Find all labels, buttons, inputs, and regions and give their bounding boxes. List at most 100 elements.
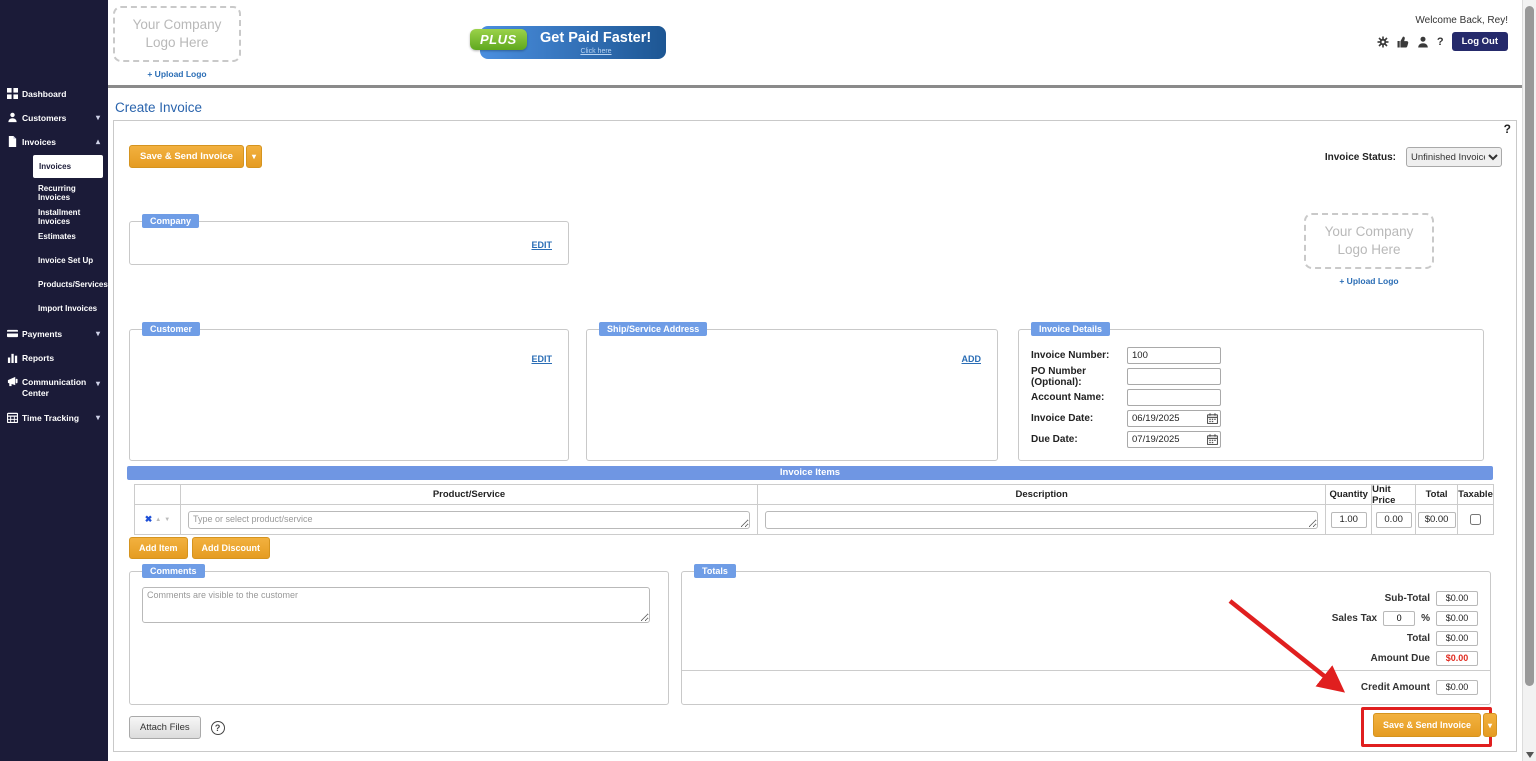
description-input[interactable]	[765, 511, 1318, 529]
taxable-checkbox[interactable]	[1470, 514, 1481, 525]
sidebar-item-time-tracking[interactable]: Time Tracking ▾	[0, 411, 108, 427]
header-icons: ? Log Out	[1377, 32, 1508, 51]
save-send-dropdown-caret[interactable]: ▾	[246, 145, 262, 168]
save-send-dropdown-caret[interactable]: ▾	[1483, 713, 1497, 737]
calendar-icon[interactable]	[1207, 413, 1218, 424]
logo-placeholder-line1: Your Company	[1306, 223, 1432, 241]
upload-logo-link[interactable]: + Upload Logo	[113, 69, 241, 79]
credit-amount-row: Credit Amount	[1361, 679, 1478, 695]
invoice-status-select[interactable]: Unfinished Invoices	[1406, 147, 1502, 167]
banner-click-here-link[interactable]: Click here	[540, 48, 652, 55]
logo-placeholder-line2: Logo Here	[1306, 241, 1432, 259]
sidebar-subitem-label: Invoices	[39, 162, 71, 171]
sidebar-item-label: Customers	[22, 113, 66, 123]
company-section: Company EDIT	[129, 221, 569, 265]
invoice-number-input[interactable]	[1127, 347, 1221, 364]
attach-help-icon[interactable]: ?	[211, 721, 225, 735]
sidebar-item-dashboard[interactable]: Dashboard	[0, 87, 108, 103]
get-paid-faster-banner[interactable]: PLUS Get Paid Faster! Click here	[480, 26, 666, 59]
company-edit-link[interactable]: EDIT	[531, 240, 552, 250]
amount-due-value[interactable]	[1436, 651, 1478, 666]
unit-price-input[interactable]	[1376, 512, 1412, 528]
sidebar-item-payments[interactable]: Payments ▾	[0, 327, 108, 343]
ship-address-add-link[interactable]: ADD	[962, 354, 982, 364]
megaphone-icon	[7, 376, 18, 387]
company-logo-placeholder[interactable]: Your Company Logo Here	[113, 6, 241, 62]
invoice-details-section: Invoice Details Invoice Number: PO Numbe…	[1018, 329, 1484, 461]
move-down-icon[interactable]: ▼	[164, 517, 170, 523]
customer-edit-link[interactable]: EDIT	[531, 354, 552, 364]
add-item-button[interactable]: Add Item	[129, 537, 188, 559]
app-screen: Dashboard Customers ▾ Invoices ▴ Invoice…	[0, 0, 1536, 761]
move-up-icon[interactable]: ▲	[155, 517, 161, 523]
sidebar-item-invoices[interactable]: Invoices ▴	[0, 135, 108, 151]
page-scrollbar[interactable]	[1522, 0, 1536, 761]
banner-title: Get Paid Faster!	[540, 30, 651, 46]
taxable-cell	[1458, 505, 1493, 535]
save-send-invoice-button[interactable]: Save & Send Invoice	[1373, 713, 1481, 737]
percent-sign: %	[1421, 613, 1430, 624]
sidebar-subitem-invoice-set-up[interactable]: Invoice Set Up	[38, 256, 93, 265]
totals-section: Totals Sub-Total Sales Tax % Total Amoun…	[681, 571, 1491, 705]
product-service-cell	[181, 505, 758, 535]
sidebar-subitem-import-invoices[interactable]: Import Invoices	[38, 304, 97, 313]
item-actions: Add Item Add Discount	[129, 537, 270, 559]
logout-button[interactable]: Log Out	[1452, 32, 1508, 51]
person-icon[interactable]	[1417, 36, 1429, 48]
save-send-invoice-button[interactable]: Save & Send Invoice	[129, 145, 244, 168]
sidebar-subitem-products-services[interactable]: Products/Services	[38, 280, 108, 289]
dashboard-icon	[7, 88, 18, 99]
remove-row-icon[interactable]: ✖	[145, 514, 153, 525]
account-name-input[interactable]	[1127, 389, 1221, 406]
company-legend: Company	[142, 214, 199, 228]
total-column-header: Total	[1416, 485, 1458, 505]
help-icon[interactable]: ?	[1437, 36, 1444, 48]
sidebar: Dashboard Customers ▾ Invoices ▴ Invoice…	[0, 0, 108, 761]
sales-tax-value[interactable]	[1436, 611, 1478, 626]
customers-icon	[7, 112, 18, 123]
panel-help-icon[interactable]: ?	[1504, 122, 1511, 136]
sidebar-subitem-recurring-invoices[interactable]: Recurring Invoices	[38, 184, 108, 202]
table-row: ✖ ▲ ▼	[135, 505, 1493, 535]
reports-icon	[7, 352, 18, 363]
sidebar-item-communication-center[interactable]: Communication Center ▾	[0, 375, 108, 405]
upload-logo-link[interactable]: + Upload Logo	[1304, 276, 1434, 286]
subtotal-label: Sub-Total	[1385, 593, 1430, 604]
scrollbar-down-arrow[interactable]	[1526, 752, 1534, 758]
sidebar-subitem-invoices-active[interactable]: Invoices	[33, 155, 103, 178]
subtotal-value[interactable]	[1436, 591, 1478, 606]
customer-legend: Customer	[142, 322, 200, 336]
sidebar-subitem-installment-invoices[interactable]: Installment Invoices	[38, 208, 108, 226]
invoice-details-legend: Invoice Details	[1031, 322, 1110, 336]
total-label: Total	[1407, 633, 1430, 644]
invoice-logo-placeholder[interactable]: Your Company Logo Here	[1304, 213, 1434, 269]
row-total-input[interactable]	[1418, 512, 1456, 528]
credit-amount-value[interactable]	[1436, 680, 1478, 695]
plus-badge: PLUS	[470, 29, 527, 50]
sidebar-item-customers[interactable]: Customers ▾	[0, 111, 108, 127]
attach-files-button[interactable]: Attach Files	[129, 716, 201, 739]
comments-input[interactable]	[142, 587, 650, 623]
thumbs-up-icon[interactable]	[1397, 36, 1409, 48]
sidebar-item-reports[interactable]: Reports	[0, 351, 108, 367]
sidebar-subitem-estimates[interactable]: Estimates	[38, 232, 76, 241]
customer-section: Customer EDIT	[129, 329, 569, 461]
calendar-icon[interactable]	[1207, 434, 1218, 445]
gear-icon[interactable]	[1377, 36, 1389, 48]
invoices-icon	[7, 136, 18, 147]
scrollbar-thumb[interactable]	[1525, 6, 1534, 686]
unit-price-column-header: Unit Price	[1372, 485, 1416, 505]
quantity-input[interactable]	[1331, 512, 1367, 528]
quantity-column-header: Quantity	[1326, 485, 1372, 505]
due-date-label: Due Date:	[1031, 434, 1127, 445]
footer-actions: Attach Files ?	[129, 716, 225, 739]
chevron-down-icon: ▾	[96, 379, 100, 388]
add-discount-button[interactable]: Add Discount	[192, 537, 271, 559]
product-service-input[interactable]	[188, 511, 750, 529]
sales-tax-label: Sales Tax	[1332, 613, 1377, 624]
po-number-input[interactable]	[1127, 368, 1221, 385]
totals-divider	[682, 670, 1490, 671]
sales-tax-rate-input[interactable]	[1383, 611, 1415, 626]
sidebar-item-label: Reports	[22, 353, 54, 363]
total-value[interactable]	[1436, 631, 1478, 646]
